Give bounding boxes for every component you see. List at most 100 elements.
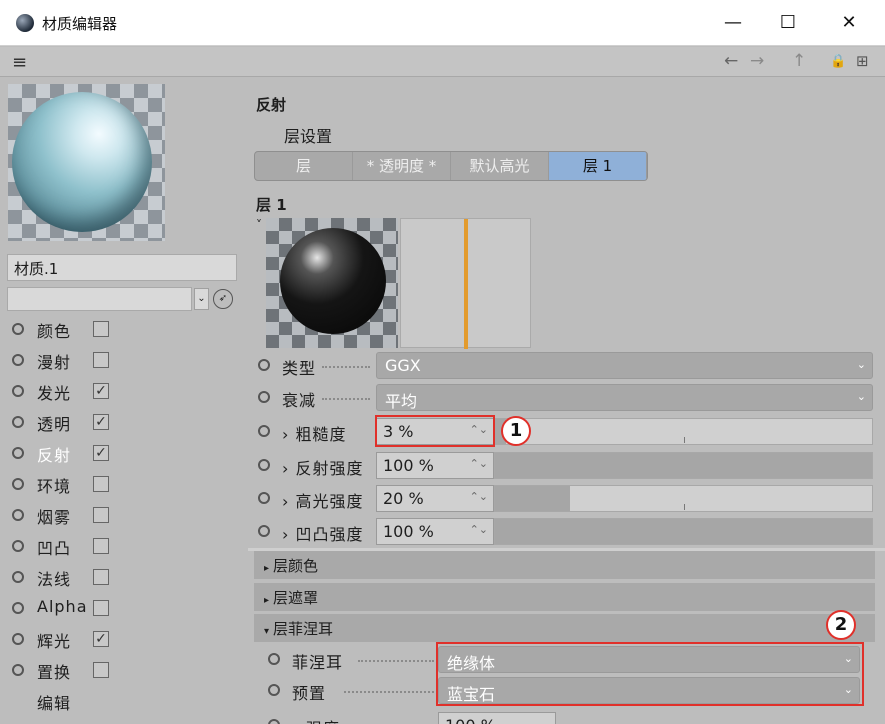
channel-radio-icon[interactable] (12, 478, 24, 490)
picker-icon[interactable]: ➶ (213, 289, 233, 309)
channel-checkbox[interactable] (93, 476, 109, 492)
collapse-caret-icon[interactable]: ˅ (256, 218, 262, 232)
stepper-icon[interactable]: ⌃⌄ (470, 490, 488, 503)
stepper-icon[interactable]: ⌃⌄ (470, 457, 488, 470)
bump-strength-slider[interactable] (494, 518, 873, 545)
channel-checkbox[interactable] (93, 321, 109, 337)
channel-radio-icon[interactable] (12, 571, 24, 583)
channel-checkbox[interactable] (93, 507, 109, 523)
channel-radio-icon[interactable] (12, 633, 24, 645)
reflect-strength-slider[interactable] (494, 452, 873, 479)
material-select[interactable] (7, 287, 192, 311)
channel-item[interactable]: Alpha (0, 593, 240, 623)
channel-checkbox[interactable]: ✓ (93, 445, 109, 461)
channel-radio-icon[interactable] (12, 354, 24, 366)
type-dropdown[interactable]: GGX ⌄ (376, 352, 873, 379)
channel-checkbox[interactable]: ✓ (93, 383, 109, 399)
reflect-strength-input[interactable]: 100 % ⌃⌄ (376, 452, 494, 479)
animate-radio-icon[interactable] (258, 359, 270, 371)
channel-item[interactable]: 漫射 (0, 345, 240, 375)
channel-checkbox[interactable] (93, 538, 109, 554)
channel-item[interactable]: 反射 ✓ (0, 438, 240, 468)
material-name-field[interactable]: 材质.1 (7, 254, 237, 281)
spec-strength-input[interactable]: 20 % ⌃⌄ (376, 485, 494, 512)
channel-label: 编辑 (37, 694, 72, 713)
dots-leader (322, 398, 370, 400)
roughness-slider[interactable] (494, 418, 873, 445)
channel-item[interactable]: 法线 (0, 562, 240, 592)
hamburger-menu-icon[interactable]: ≡ (12, 52, 27, 73)
channel-item[interactable]: 置换 (0, 655, 240, 685)
channel-radio-icon[interactable] (12, 540, 24, 552)
slider-fill (495, 519, 872, 544)
animate-radio-icon[interactable] (258, 391, 270, 403)
channel-item[interactable]: 辉光 ✓ (0, 624, 240, 654)
spec-strength-row: › 高光强度 20 % ⌃⌄ (248, 483, 885, 513)
channel-item[interactable]: 发光 ✓ (0, 376, 240, 406)
section-layer-mask-label: 层遮罩 (273, 589, 319, 607)
strength-input[interactable]: 100 % (438, 712, 556, 724)
editor-toolbar: ≡ ← → ↑ 🔒 ⊞ (0, 47, 885, 77)
dots-leader (344, 691, 434, 693)
channel-radio-icon[interactable] (12, 602, 24, 614)
channel-item[interactable]: 编辑 (0, 686, 240, 716)
animate-radio-icon[interactable] (258, 492, 270, 504)
channel-item[interactable]: 透明 ✓ (0, 407, 240, 437)
channel-label: Alpha (37, 597, 88, 616)
animate-radio-icon[interactable] (268, 653, 280, 665)
animate-radio-icon[interactable] (268, 684, 280, 696)
channel-checkbox[interactable] (93, 352, 109, 368)
back-arrow-icon[interactable]: ← (724, 51, 738, 71)
new-window-icon[interactable]: ⊞ (856, 52, 869, 70)
tab-transparency[interactable]: * 透明度 * (353, 152, 451, 180)
channel-radio-icon[interactable] (12, 385, 24, 397)
section-layer-mask[interactable]: ▸ 层遮罩 (254, 583, 875, 611)
maximize-button[interactable]: ☐ (765, 8, 811, 38)
tab-layer[interactable]: 层 (255, 152, 353, 180)
channel-item[interactable]: 凹凸 (0, 531, 240, 561)
channel-radio-icon[interactable] (12, 664, 24, 676)
channel-checkbox[interactable] (93, 600, 109, 616)
bump-strength-input[interactable]: 100 % ⌃⌄ (376, 518, 494, 545)
material-preview[interactable] (8, 84, 165, 241)
stepper-icon[interactable]: ⌃⌄ (470, 523, 488, 536)
up-arrow-icon[interactable]: ↑ (792, 51, 806, 71)
animate-radio-icon[interactable] (258, 459, 270, 471)
slider-tick (684, 504, 685, 510)
chevron-down-icon[interactable]: ⌄ (194, 288, 209, 310)
channel-item[interactable]: 环境 (0, 469, 240, 499)
reflect-strength-row: › 反射强度 100 % ⌃⌄ (248, 450, 885, 480)
chevron-down-icon: ⌄ (856, 358, 866, 371)
channel-checkbox[interactable] (93, 569, 109, 585)
channel-item[interactable]: 烟雾 (0, 500, 240, 530)
bump-strength-value: 100 % (383, 522, 434, 541)
channel-checkbox[interactable] (93, 662, 109, 678)
spec-strength-slider[interactable] (494, 485, 873, 512)
animate-radio-icon[interactable] (258, 425, 270, 437)
expand-arrow-icon: ▸ (264, 595, 270, 606)
tab-default-specular[interactable]: 默认高光 (451, 152, 549, 180)
channel-checkbox[interactable]: ✓ (93, 631, 109, 647)
section-layer-fresnel[interactable]: ▾ 层菲涅耳 (254, 614, 875, 642)
channel-checkbox[interactable]: ✓ (93, 414, 109, 430)
roughness-row: › 粗糙度 3 % ⌃⌄ (248, 416, 885, 446)
channel-radio-icon[interactable] (12, 509, 24, 521)
bump-strength-row: › 凹凸强度 100 % ⌃⌄ (248, 516, 885, 546)
close-button[interactable]: ✕ (826, 8, 872, 38)
channel-item[interactable]: 颜色 (0, 314, 240, 344)
channel-label: 凹凸 (37, 539, 72, 558)
forward-arrow-icon[interactable]: → (750, 51, 764, 71)
highlight-roughness (375, 415, 495, 447)
tab-layer-1[interactable]: 层 1 (549, 152, 647, 180)
channel-radio-icon[interactable] (12, 323, 24, 335)
strength-value: 100 % (445, 716, 496, 724)
animate-radio-icon[interactable] (258, 525, 270, 537)
lock-icon[interactable]: 🔒 (830, 54, 846, 69)
section-layer-color[interactable]: ▸ 层颜色 (254, 551, 875, 579)
channel-radio-icon[interactable] (12, 447, 24, 459)
dots-leader (358, 660, 434, 662)
animate-radio-icon[interactable] (268, 719, 280, 724)
attenuation-dropdown[interactable]: 平均 ⌄ (376, 384, 873, 411)
channel-radio-icon[interactable] (12, 416, 24, 428)
minimize-button[interactable]: — (710, 8, 756, 38)
